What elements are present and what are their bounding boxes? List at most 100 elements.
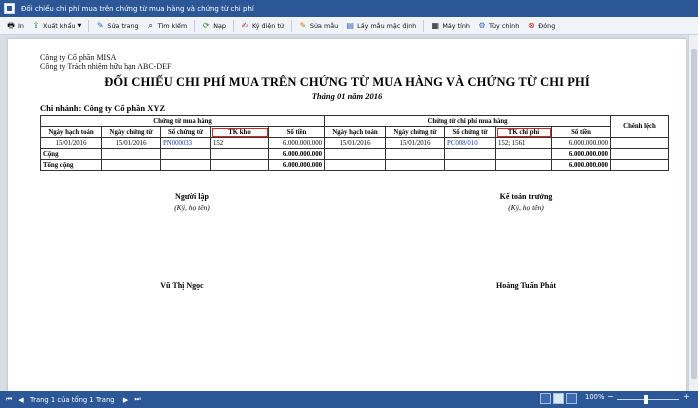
subtotal-row: Cộng 6.000.000.000 6.000.000.000 [40, 148, 669, 160]
cell: 6.000.000.000 [551, 159, 611, 171]
first-page-icon[interactable]: ⏮ [4, 394, 14, 406]
zoom-slider-knob[interactable] [644, 395, 648, 404]
signature-icon: ✍ [241, 20, 249, 30]
find-button[interactable]: ⌕ Tìm kiếm [143, 19, 191, 33]
vertical-scrollbar[interactable] [688, 35, 698, 391]
toolbar-divider [290, 19, 292, 32]
printer-icon: 🖶 [7, 20, 15, 30]
multi-page-view-icon[interactable] [566, 393, 577, 404]
export-button[interactable]: ⇪ Xuất khẩu ▼ [28, 19, 84, 33]
difference-header: Chênh lệch [610, 115, 669, 138]
chief-accountant-name: Hoàng Tuấn Phát [495, 281, 557, 290]
cell: 6.000.000.000 [551, 137, 611, 149]
cell: 152 [210, 137, 269, 149]
export-icon: ⇪ [32, 20, 40, 30]
branch-name: Chi nhánh: Công ty Cổ phần XYZ [40, 103, 166, 113]
edit-page-button[interactable]: ✎ Sửa trang [92, 19, 141, 33]
col-header-stock-account: TK kho [210, 126, 269, 138]
cell [610, 137, 669, 149]
chief-accountant-sign-hint: (Ký, họ tên) [508, 203, 544, 212]
gear-icon: ⚙ [478, 20, 486, 30]
cell [444, 159, 496, 171]
zoom-slider[interactable] [617, 395, 679, 404]
calculator-button[interactable]: ▦ Máy tính [427, 19, 473, 33]
search-icon: ⌕ [148, 20, 153, 30]
close-icon: ⊗ [527, 20, 535, 30]
cell [160, 159, 211, 171]
report-period: Tháng 01 năm 2016 [311, 91, 383, 101]
cell [444, 148, 496, 160]
zoom-in-icon[interactable]: + [683, 392, 690, 401]
total-row: Tổng cộng 6.000.000.000 6.000.000.000 [40, 159, 669, 171]
window-titlebar: Đối chiếu chi phí mua trên chứng từ mua … [0, 0, 698, 17]
col-header: Ngày chứng từ [385, 126, 445, 138]
cell [210, 148, 269, 160]
cell [495, 159, 552, 171]
purchase-doc-link[interactable]: PN000033 [160, 137, 211, 149]
calculator-icon: ▦ [431, 20, 440, 30]
cell [210, 159, 269, 171]
two-page-view-icon[interactable] [553, 393, 564, 404]
zoom-out-icon[interactable]: − [607, 392, 614, 401]
print-button[interactable]: 🖶 In [3, 19, 27, 33]
load-button[interactable]: ⟳ Nạp [198, 19, 229, 33]
chief-accountant-role: Kế toán trưởng [499, 192, 553, 201]
digital-signature-button[interactable]: ✍ Ký điện tử [237, 19, 287, 33]
report-page: Công ty Cổ phần MISA Công ty Trách nhiệm… [8, 39, 686, 391]
cell [324, 148, 386, 160]
last-page-icon[interactable]: ⏭ [133, 394, 143, 406]
cell: 15/01/2016 [40, 137, 102, 149]
cell [495, 148, 552, 160]
parent-company-name: Công ty Cổ phần MISA [40, 53, 117, 62]
page-edit-icon: ✎ [97, 20, 104, 30]
preparer-name: Vũ Thị Ngọc [160, 281, 204, 290]
preparer-role: Người lập [175, 192, 209, 201]
cell [324, 159, 386, 171]
statusbar: ⏮ ◀ Trang 1 của tổng 1 Trang ▶ ⏭ 100% − … [0, 391, 698, 408]
template-icon: ▤ [346, 20, 354, 30]
cell: 6.000.000.000 [268, 148, 325, 160]
col-header-cost-account: TK chi phí [495, 126, 552, 138]
toolbar-divider [88, 19, 90, 32]
chevron-down-icon: ▼ [77, 22, 82, 29]
cell [610, 159, 669, 171]
toolbar-divider [232, 19, 234, 32]
cell: 15/01/2016 [324, 137, 386, 149]
cell: 15/01/2016 [101, 137, 161, 149]
cost-doc-link[interactable]: PC008/010 [444, 137, 496, 149]
company-name: Công ty Trách nhiệm hữu hạn ABC-DEF [40, 62, 172, 71]
default-template-button[interactable]: ▤ Lấy mẫu mặc định [342, 19, 419, 33]
toolbar-divider [423, 19, 425, 32]
preview-area: Công ty Cổ phần MISA Công ty Trách nhiệm… [0, 35, 698, 391]
col-header: Số tiền [551, 126, 611, 138]
cell [385, 159, 445, 171]
zoom-level: 100% [585, 393, 605, 401]
col-header: Số tiền [268, 126, 325, 138]
edit-template-button[interactable]: ✎ Sửa mẫu [295, 19, 341, 33]
next-page-icon[interactable]: ▶ [121, 394, 131, 406]
cell: 6.000.000.000 [268, 137, 325, 149]
table-row: 15/01/2016 15/01/2016 PN000033 152 6.000… [40, 137, 669, 149]
page-info: Trang 1 của tổng 1 Trang [30, 395, 115, 404]
cell: 152; 1561 [495, 137, 552, 149]
cell: 6.000.000.000 [268, 159, 325, 171]
cell: 6.000.000.000 [551, 148, 611, 160]
cell: 15/01/2016 [385, 137, 445, 149]
view-mode-group [540, 393, 579, 404]
scrollbar-thumb[interactable] [691, 49, 697, 379]
single-page-view-icon[interactable] [540, 393, 551, 404]
col-header: Ngày hạch toán [324, 126, 386, 138]
options-button[interactable]: ⚙ Tùy chỉnh [474, 19, 522, 33]
col-header: Số chứng từ [444, 126, 496, 138]
toolbar-divider [194, 19, 196, 32]
close-button[interactable]: ⊗ Đóng [523, 19, 558, 33]
window-title: Đối chiếu chi phí mua trên chứng từ mua … [21, 4, 254, 13]
col-header: Số chứng từ [160, 126, 211, 138]
col-header: Ngày chứng từ [101, 126, 161, 138]
template-edit-icon: ✎ [299, 20, 307, 30]
prev-page-icon[interactable]: ◀ [16, 394, 26, 406]
report-title: ĐỐI CHIẾU CHI PHÍ MUA TRÊN CHỨNG TỪ MUA … [104, 75, 590, 89]
col-header: Ngày hạch toán [40, 126, 102, 138]
cell [385, 148, 445, 160]
cell [101, 159, 161, 171]
